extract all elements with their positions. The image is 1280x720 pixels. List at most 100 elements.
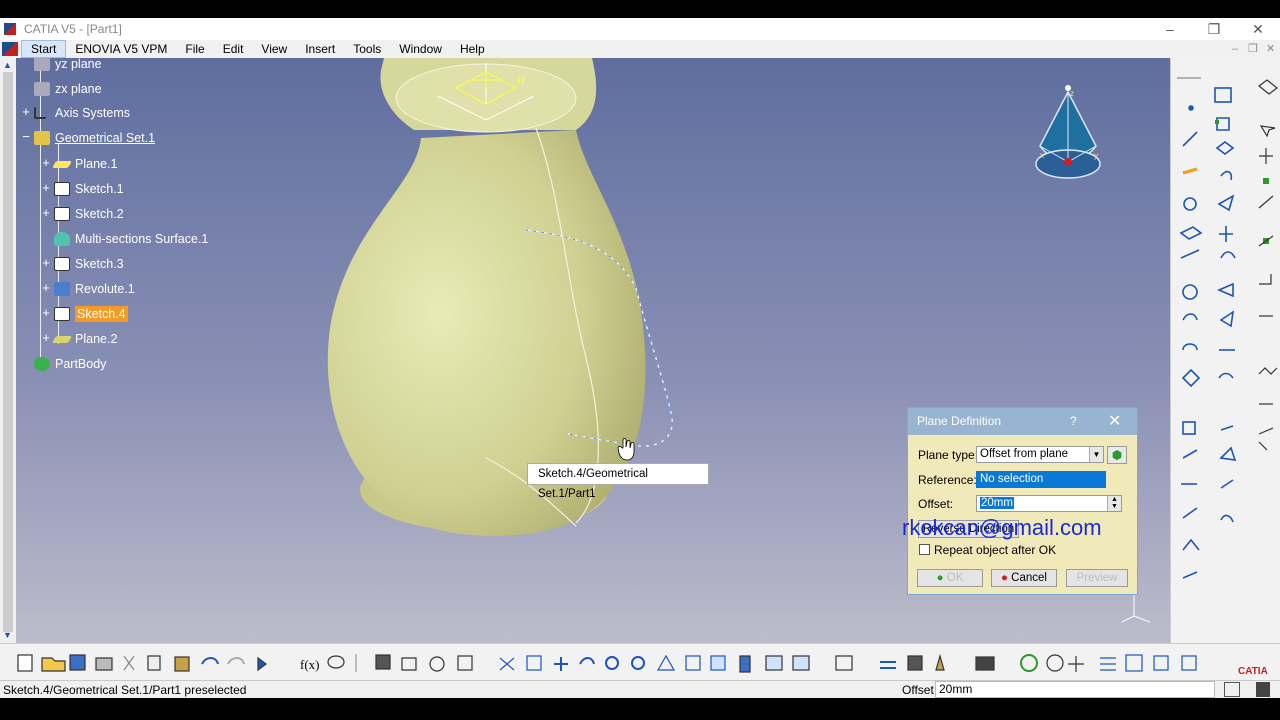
menu-start[interactable]: Start: [21, 40, 67, 58]
reference-label: Reference:: [918, 473, 977, 487]
repeat-object-label: Repeat object after OK: [934, 543, 1057, 557]
tree-item-sketch3[interactable]: + Sketch.3: [42, 254, 124, 274]
plane-icon: [34, 58, 50, 71]
dialog-title: Plane Definition: [917, 414, 1002, 428]
expand-icon[interactable]: +: [40, 331, 52, 344]
sketch-icon: [54, 307, 70, 321]
status-offset-input[interactable]: 20mm: [935, 681, 1215, 698]
menu-window[interactable]: Window: [390, 40, 451, 58]
preview-button[interactable]: Preview: [1066, 569, 1128, 587]
scroll-up-icon[interactable]: ▲: [3, 60, 12, 70]
catia-start-icon[interactable]: [2, 42, 18, 56]
tree-item-plane1[interactable]: + Plane.1: [42, 154, 117, 174]
dialog-close-button[interactable]: ✕: [1108, 408, 1121, 435]
menu-enovia[interactable]: ENOVIA V5 VPM: [66, 40, 176, 58]
right-toolbars: [1170, 58, 1280, 643]
menu-insert[interactable]: Insert: [296, 40, 344, 58]
bottom-toolbar-icons[interactable]: f(x) CATIA: [0, 644, 1280, 681]
dialog-title-bar[interactable]: Plane Definition ? ✕: [908, 408, 1137, 435]
mdi-restore-button[interactable]: ❐: [1248, 40, 1258, 58]
catia-app-icon: [4, 23, 16, 35]
menu-tools[interactable]: Tools: [344, 40, 390, 58]
compass-z-label: z: [1070, 89, 1074, 98]
preselection-tooltip: Sketch.4/Geometrical Set.1/Part1: [527, 463, 709, 500]
catia-logo-icon: CATIA: [1238, 666, 1268, 677]
minimize-button[interactable]: –: [1148, 18, 1192, 40]
offset-spinner-icon[interactable]: ▲ ▼: [1107, 496, 1121, 511]
tree-item-plane2[interactable]: + Plane.2: [42, 329, 117, 349]
plane-icon: [51, 160, 73, 168]
tree-item-geometrical-set[interactable]: − Geometrical Set.1: [22, 128, 155, 148]
restore-button[interactable]: ❐: [1192, 18, 1236, 40]
tree-item-revolute1[interactable]: + Revolute.1: [42, 279, 135, 299]
tree-item-partbody[interactable]: PartBody: [34, 354, 106, 374]
mdi-close-button[interactable]: ✕: [1266, 40, 1275, 58]
offset-label: Offset:: [918, 497, 954, 511]
status-bar: Sketch.4/Geometrical Set.1/Part1 presele…: [0, 680, 1280, 698]
plane-type-label: Plane type:: [918, 448, 979, 462]
repeat-object-checkbox[interactable]: [919, 544, 930, 555]
axis-system-icon: [34, 107, 46, 119]
partbody-icon: [34, 357, 50, 371]
plane-icon: [51, 335, 73, 343]
tree-item-axis-systems[interactable]: + Axis Systems: [22, 103, 130, 123]
tree-item-zx-plane[interactable]: zx plane: [34, 79, 102, 99]
compass-y-label: y: [1094, 151, 1098, 160]
offset-input[interactable]: 20mm ▲ ▼: [976, 495, 1122, 512]
window-title: CATIA V5 - [Part1]: [24, 22, 122, 36]
chevron-down-icon[interactable]: ▼: [1089, 447, 1103, 462]
menu-bar: Start ENOVIA V5 VPM File Edit View Inser…: [0, 40, 1280, 58]
geometrical-set-icon: [34, 131, 50, 145]
svg-text:f(x): f(x): [300, 657, 320, 672]
help-button[interactable]: ?: [1070, 408, 1077, 435]
expand-icon[interactable]: +: [40, 206, 52, 219]
status-offset-label: Offset: [902, 683, 934, 697]
reference-field[interactable]: No selection: [976, 471, 1106, 488]
tree-item-yz-plane[interactable]: yz plane: [34, 58, 102, 74]
menu-view[interactable]: View: [252, 40, 296, 58]
sketch-icon: [54, 257, 70, 271]
tree-item-sketch2[interactable]: + Sketch.2: [42, 204, 124, 224]
status-message: Sketch.4/Geometrical Set.1/Part1 presele…: [3, 683, 247, 697]
plane-type-value: Offset from plane: [980, 448, 1068, 460]
mdi-minimize-button[interactable]: –: [1232, 40, 1238, 58]
expand-icon[interactable]: +: [40, 156, 52, 169]
status-icon-2[interactable]: [1256, 682, 1270, 697]
cancel-button[interactable]: ● Cancel: [991, 569, 1057, 587]
expand-icon[interactable]: +: [40, 256, 52, 269]
collapse-icon[interactable]: −: [20, 130, 32, 143]
plane-type-select[interactable]: Offset from plane ▼: [976, 446, 1104, 463]
plane-type-lock-icon[interactable]: ⬢: [1107, 446, 1127, 464]
specification-tree: yz plane zx plane + Axis Systems − Geome…: [16, 58, 276, 378]
sketch-icon: [54, 207, 70, 221]
offset-value: 20mm: [980, 497, 1014, 509]
compass-icon[interactable]: z x y: [1032, 84, 1104, 184]
multi-section-surface-icon: [54, 232, 70, 246]
right-toolbar-icons[interactable]: [1171, 58, 1280, 643]
watermark-email: rkokcan@gmail.com: [902, 515, 1102, 540]
ok-icon: ●: [936, 572, 944, 584]
scrollbar-thumb[interactable]: [3, 72, 13, 632]
plane-icon: [34, 82, 50, 96]
menu-file[interactable]: File: [176, 40, 213, 58]
expand-icon[interactable]: +: [20, 105, 32, 118]
expand-icon[interactable]: +: [40, 181, 52, 194]
tree-item-multi-sections-surface[interactable]: Multi-sections Surface.1: [54, 229, 208, 249]
tree-item-sketch1[interactable]: + Sketch.1: [42, 179, 124, 199]
cancel-icon: ●: [1001, 572, 1008, 584]
status-icon[interactable]: [1224, 682, 1240, 697]
expand-icon[interactable]: +: [40, 306, 52, 319]
menu-help[interactable]: Help: [451, 40, 494, 58]
compass-x-label: x: [1040, 151, 1044, 160]
menu-edit[interactable]: Edit: [214, 40, 253, 58]
ok-button[interactable]: ● OK: [917, 569, 983, 587]
close-button[interactable]: ✕: [1236, 18, 1280, 40]
plane-definition-dialog: Plane Definition ? ✕ Plane type: Offset …: [907, 407, 1138, 595]
tree-scrollbar[interactable]: ▲ ▼: [0, 58, 16, 643]
sketch-icon: [54, 182, 70, 196]
tree-item-sketch4[interactable]: + Sketch.4: [42, 304, 128, 324]
revolute-icon: [54, 282, 70, 296]
scroll-down-icon[interactable]: ▼: [3, 630, 12, 640]
expand-icon[interactable]: +: [40, 281, 52, 294]
bottom-toolbar: f(x) CATIA: [0, 643, 1280, 680]
